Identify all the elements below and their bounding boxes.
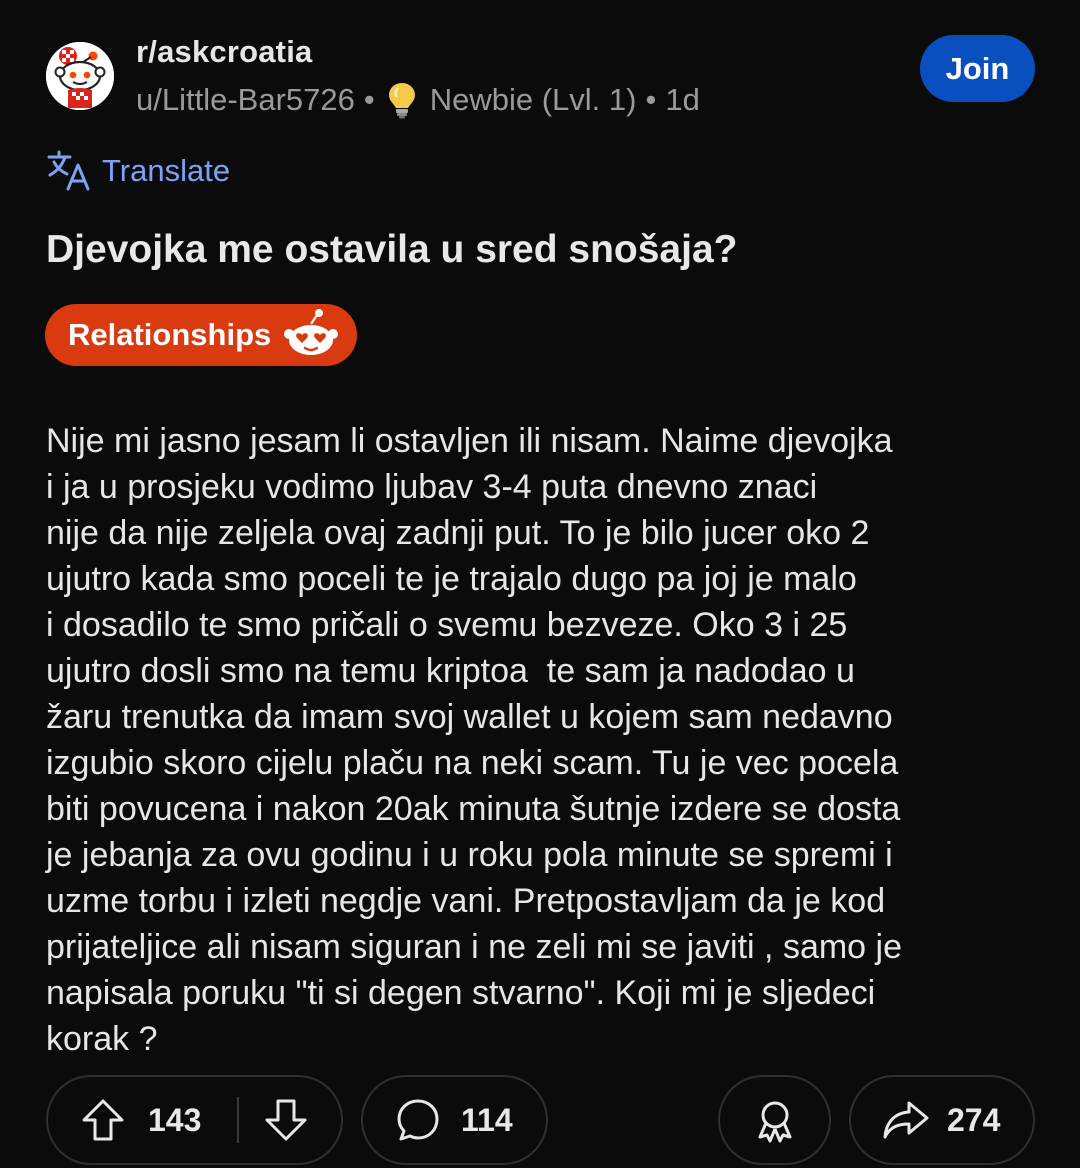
comments-button[interactable]: 114: [361, 1075, 548, 1165]
snoo-heart-eyes-icon: [284, 309, 339, 355]
share-count: 274: [947, 1101, 1001, 1138]
body-line: uzme torbu i izleti negdje vani. Pretpos…: [46, 882, 886, 920]
comment-bubble-icon: [397, 1099, 439, 1141]
body-line: napisala poruku "ti si degen stvarno". K…: [46, 974, 876, 1012]
author-name[interactable]: u/Little-Bar5726: [136, 82, 355, 118]
body-line: žaru trenutka da imam svoj wallet u koje…: [46, 698, 893, 736]
flair-label: Relationships: [68, 317, 272, 352]
body-line: prijateljice ali nisam siguran i ne zeli…: [46, 928, 902, 966]
body-line: nije da nije zeljela ovaj zadnji put. To…: [46, 514, 870, 552]
meta-separator: •: [645, 82, 657, 117]
body-line: i ja u prosjeku vodimo ljubav 3-4 puta d…: [46, 468, 818, 506]
user-flair: Newbie (Lvl. 1): [429, 82, 637, 117]
body-line: Nije mi jasno jesam li ostavljen ili nis…: [46, 422, 893, 460]
comment-count: 114: [461, 1101, 513, 1138]
body-line: i dosadilo te smo pričali o svemu bezvez…: [46, 606, 848, 644]
post-flair[interactable]: Relationships: [45, 304, 357, 366]
award-button[interactable]: [718, 1075, 831, 1165]
upvote-count: 143: [148, 1101, 202, 1138]
body-line: biti povucena i nakon 20ak minuta šutnje…: [46, 790, 901, 828]
upvote-arrow-icon[interactable]: [80, 1097, 126, 1143]
body-line: izgubio skoro cijelu plaču na neki scam.…: [46, 744, 899, 782]
lightbulb-icon: [388, 83, 415, 119]
post-header: r/askcroatia u/Little-Bar5726 • Newbie (…: [0, 0, 1080, 140]
vote-bar: 143: [46, 1075, 343, 1165]
snoo-avatar-icon: [46, 42, 114, 110]
body-line: ujutro dosli smo na temu kriptoa te sam …: [46, 652, 855, 690]
share-button[interactable]: 274: [849, 1075, 1035, 1165]
body-line: je jebanja za ovu godinu i u roku pola m…: [46, 836, 893, 874]
subreddit-avatar[interactable]: [46, 42, 114, 110]
post-title[interactable]: Djevojka me ostavila u sred snošaja?: [46, 228, 1036, 272]
translate-icon: [47, 150, 90, 191]
body-line: korak ?: [46, 1020, 158, 1058]
share-arrow-icon: [883, 1101, 929, 1139]
post-meta: u/Little-Bar5726 • Newbie (Lvl. 1) • 1d: [136, 80, 700, 120]
translate-button[interactable]: Translate: [46, 150, 230, 192]
downvote-arrow-icon[interactable]: [263, 1097, 309, 1143]
vote-divider: [237, 1097, 240, 1143]
join-button[interactable]: Join: [920, 35, 1035, 102]
post-body: Nije mi jasno jesam li ostavljen ili nis…: [46, 418, 1046, 1062]
body-line: ujutro kada smo poceli te je trajalo dug…: [46, 560, 857, 598]
subreddit-name[interactable]: r/askcroatia: [136, 34, 312, 70]
post-age: 1d: [665, 82, 700, 117]
award-icon: [758, 1101, 791, 1143]
translate-label[interactable]: Translate: [102, 153, 230, 189]
meta-separator: •: [363, 82, 375, 117]
